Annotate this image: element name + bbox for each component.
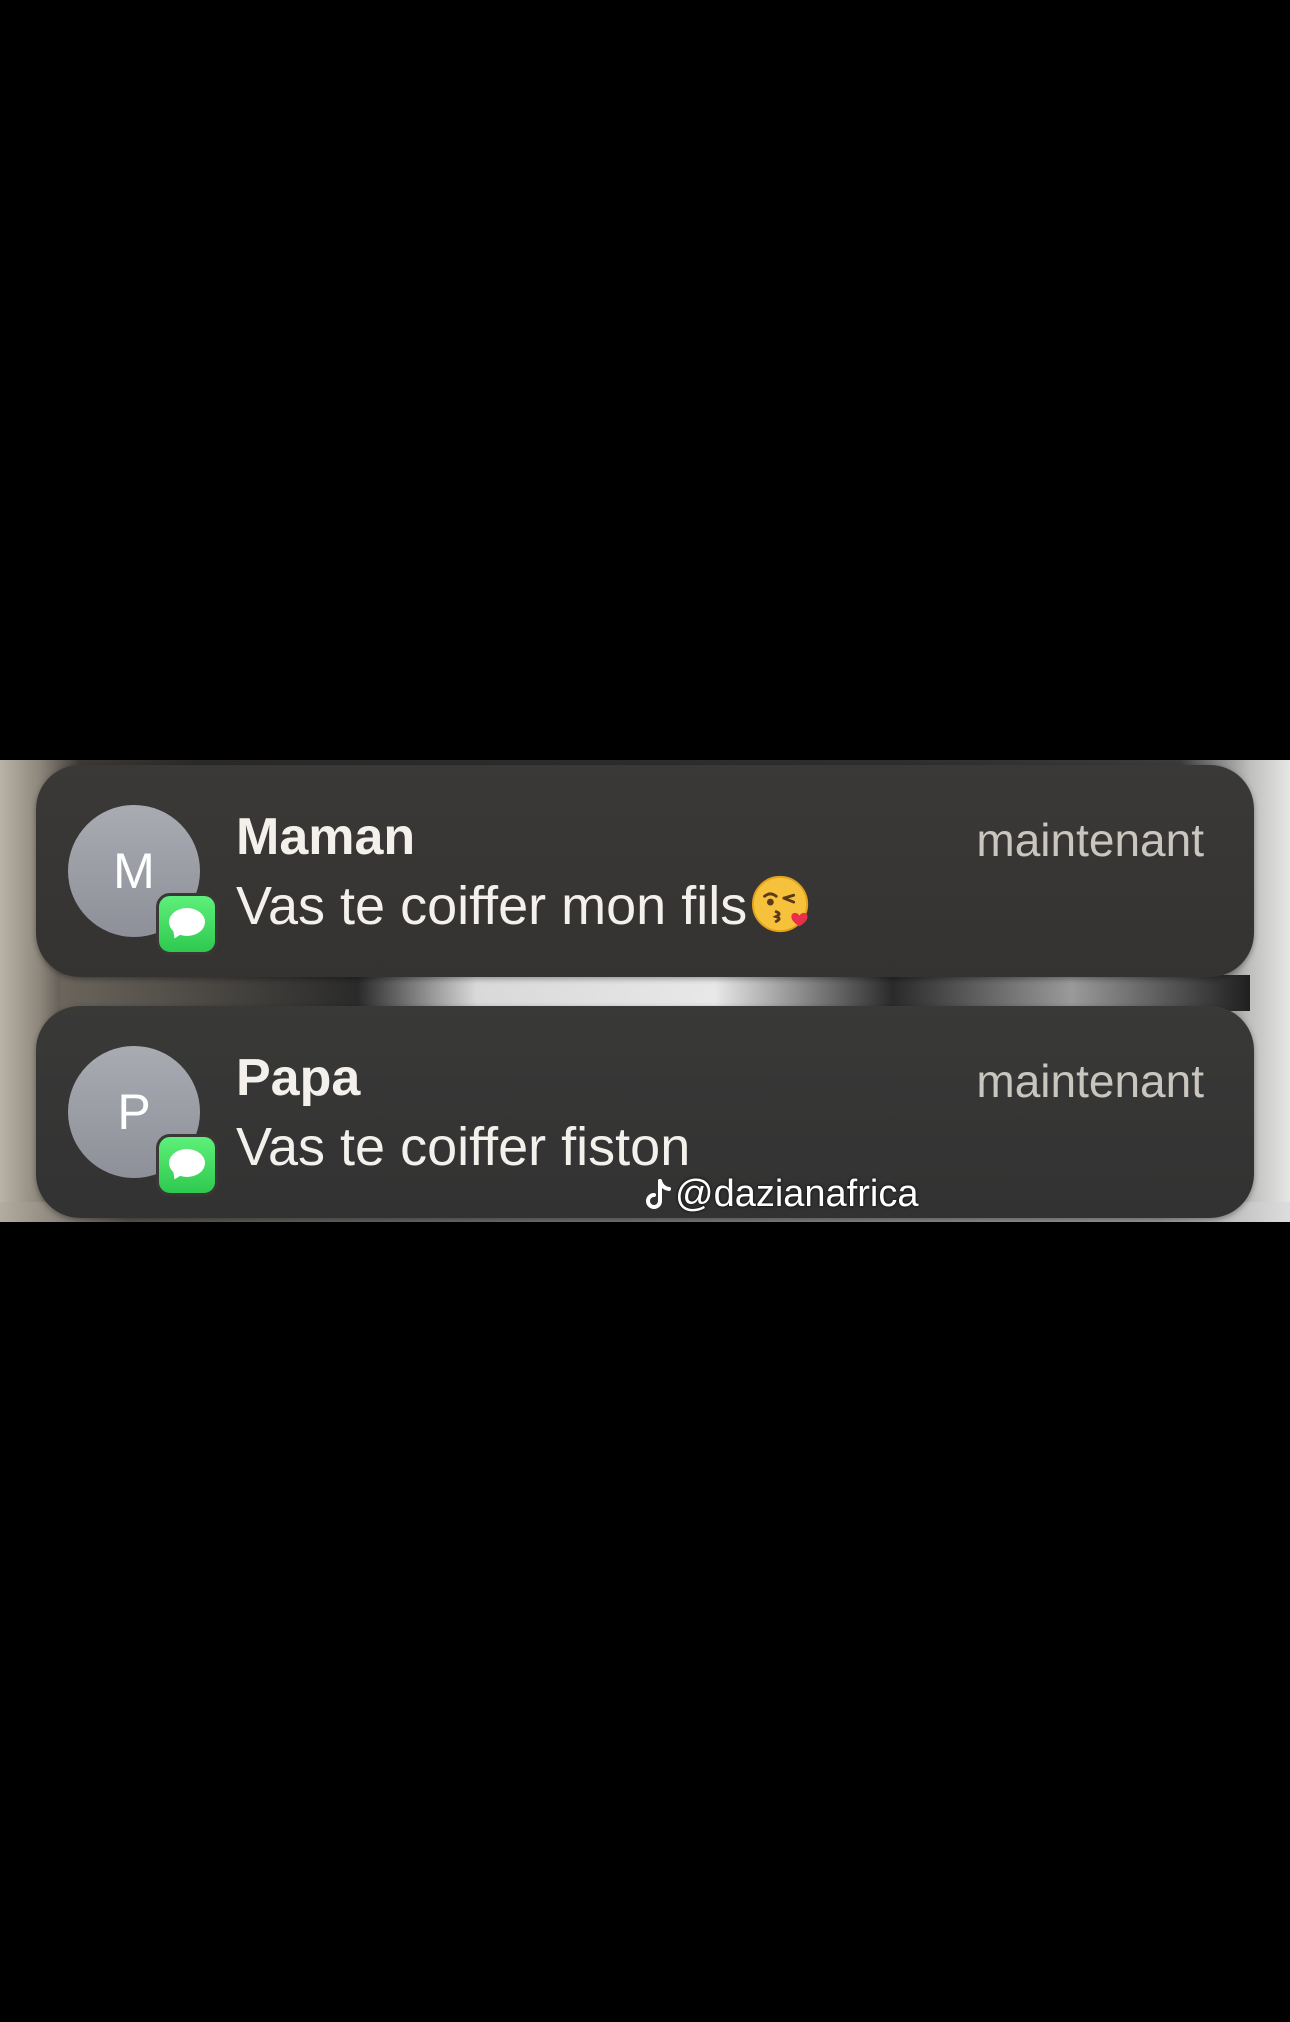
notification-message-row: Vas te coiffer mon fils [236, 875, 813, 941]
notification-sender: Papa [236, 1049, 361, 1107]
notification-maman[interactable]: M Maman maintenant Vas te coiffer mon fi… [36, 765, 1254, 977]
notification-time: maintenant [976, 1055, 1204, 1107]
tiktok-icon [646, 1178, 671, 1209]
notification-message: Vas te coiffer fiston [236, 1117, 691, 1177]
notification-time: maintenant [976, 814, 1204, 866]
notification-message: Vas te coiffer mon fils [236, 876, 748, 936]
watermark: @dazianafrica [645, 1173, 918, 1216]
messages-icon [156, 893, 218, 955]
watermark-handle: @dazianafrica [675, 1173, 919, 1215]
kissing-face-with-heart-icon [752, 875, 809, 932]
screen: M Maman maintenant Vas te coiffer mon fi… [0, 0, 1290, 2022]
notification-sender: Maman [236, 808, 416, 866]
messages-icon [156, 1134, 218, 1196]
